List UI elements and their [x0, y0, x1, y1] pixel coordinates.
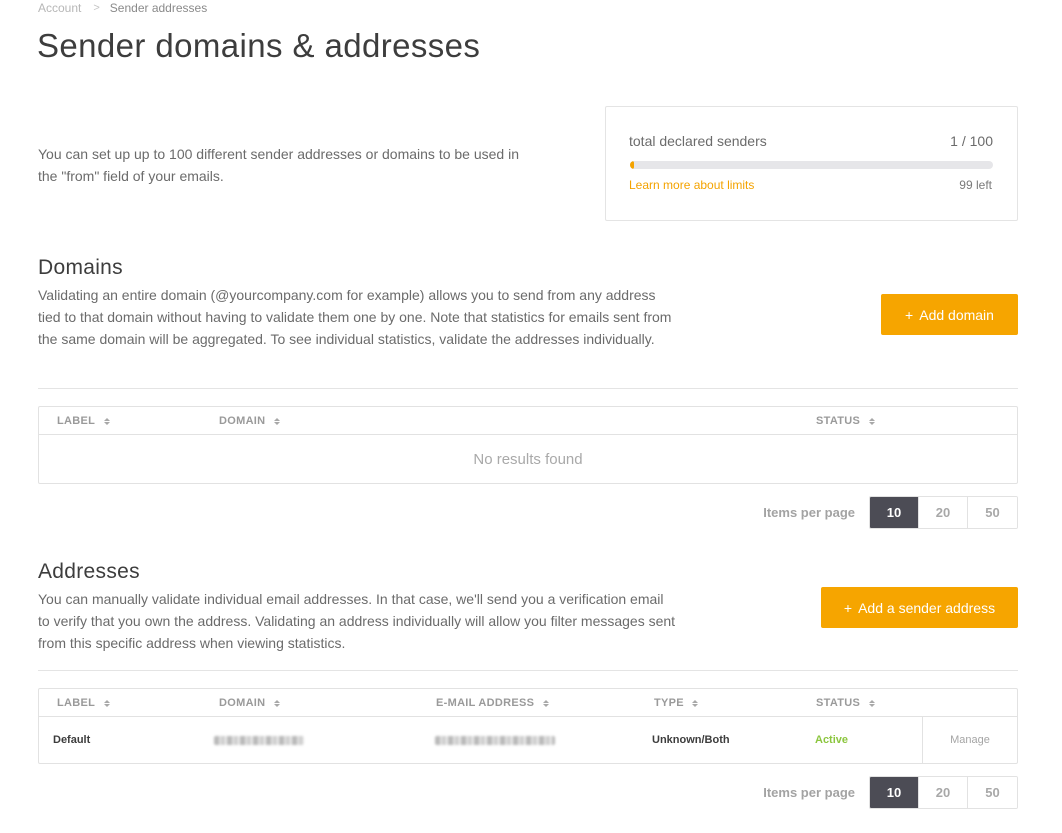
- page-size-20[interactable]: 20: [919, 497, 968, 528]
- addresses-pagination: Items per page 10 20 50: [763, 776, 1018, 809]
- quota-remaining: 99 left: [959, 178, 992, 192]
- addresses-table: LABEL DOMAIN E-MAIL ADDRESS TYPE STATUS …: [38, 688, 1018, 764]
- intro-text: You can set up up to 100 different sende…: [38, 146, 519, 184]
- sort-icon: [103, 698, 110, 708]
- chevron-right-icon: >: [93, 2, 100, 14]
- page-size-50[interactable]: 50: [968, 777, 1017, 808]
- breadcrumb-link-account[interactable]: Account: [38, 1, 81, 15]
- page-size-20[interactable]: 20: [919, 777, 968, 808]
- column-header-status[interactable]: STATUS: [816, 415, 875, 427]
- add-sender-address-button[interactable]: + Add a sender address: [821, 587, 1018, 628]
- add-domain-button[interactable]: + Add domain: [881, 294, 1018, 335]
- manage-button[interactable]: Manage: [922, 717, 1017, 763]
- column-header-domain[interactable]: DOMAIN: [219, 697, 280, 709]
- divider: [38, 670, 1018, 671]
- column-header-label[interactable]: LABEL: [57, 697, 110, 709]
- column-header-label[interactable]: LABEL: [57, 415, 110, 427]
- quota-label: total declared senders: [629, 133, 767, 149]
- table-row: Default Unknown/Both Active Manage: [39, 717, 1017, 763]
- redacted-domain: [214, 736, 304, 745]
- items-per-page-group: 10 20 50: [869, 496, 1018, 529]
- sort-icon: [692, 698, 699, 708]
- items-per-page-group: 10 20 50: [869, 776, 1018, 809]
- plus-icon: +: [843, 599, 853, 616]
- domains-section-title: Domains: [38, 256, 123, 279]
- addresses-description: You can manually validate individual ema…: [38, 591, 676, 651]
- domains-table: LABEL DOMAIN STATUS No results found: [38, 406, 1018, 484]
- sort-icon: [868, 416, 875, 426]
- page-size-50[interactable]: 50: [968, 497, 1017, 528]
- divider: [38, 388, 1018, 389]
- empty-state: No results found: [473, 450, 583, 468]
- table-header: LABEL DOMAIN E-MAIL ADDRESS TYPE STATUS: [39, 689, 1017, 717]
- redacted-email-address: [435, 736, 555, 745]
- column-header-status[interactable]: STATUS: [816, 697, 875, 709]
- sort-icon: [868, 698, 875, 708]
- items-per-page-label: Items per page: [763, 505, 855, 520]
- plus-icon: +: [905, 306, 914, 323]
- column-header-email-address[interactable]: E-MAIL ADDRESS: [436, 697, 549, 709]
- cell-label: Default: [53, 734, 91, 746]
- quota-card: total declared senders 1 / 100 Learn mor…: [605, 106, 1018, 221]
- learn-more-limits-link[interactable]: Learn more about limits: [629, 178, 754, 192]
- items-per-page-label: Items per page: [763, 785, 855, 800]
- add-sender-address-button-label: Add a sender address: [858, 599, 996, 616]
- page-size-10[interactable]: 10: [870, 777, 919, 808]
- sort-icon: [273, 416, 280, 426]
- cell-type: Unknown/Both: [652, 734, 730, 746]
- page-title: Sender domains & addresses: [37, 27, 481, 64]
- quota-progress-bar: [630, 161, 993, 169]
- page-size-10[interactable]: 10: [870, 497, 919, 528]
- breadcrumb: Account > Sender addresses: [38, 1, 207, 15]
- sort-icon: [542, 698, 549, 708]
- domains-pagination: Items per page 10 20 50: [763, 496, 1018, 529]
- breadcrumb-current: Sender addresses: [109, 1, 208, 15]
- quota-count: 1 / 100: [950, 133, 993, 149]
- quota-progress-fill: [630, 161, 634, 169]
- column-header-domain[interactable]: DOMAIN: [219, 415, 280, 427]
- table-header: LABEL DOMAIN STATUS: [39, 407, 1017, 435]
- add-domain-button-label: Add domain: [919, 306, 994, 323]
- sort-icon: [273, 698, 280, 708]
- addresses-section-title: Addresses: [38, 560, 140, 583]
- status-badge: Active: [815, 734, 849, 746]
- domains-description: Validating an entire domain (@yourcompan…: [38, 287, 672, 347]
- column-header-type[interactable]: TYPE: [654, 697, 699, 709]
- sort-icon: [103, 416, 110, 426]
